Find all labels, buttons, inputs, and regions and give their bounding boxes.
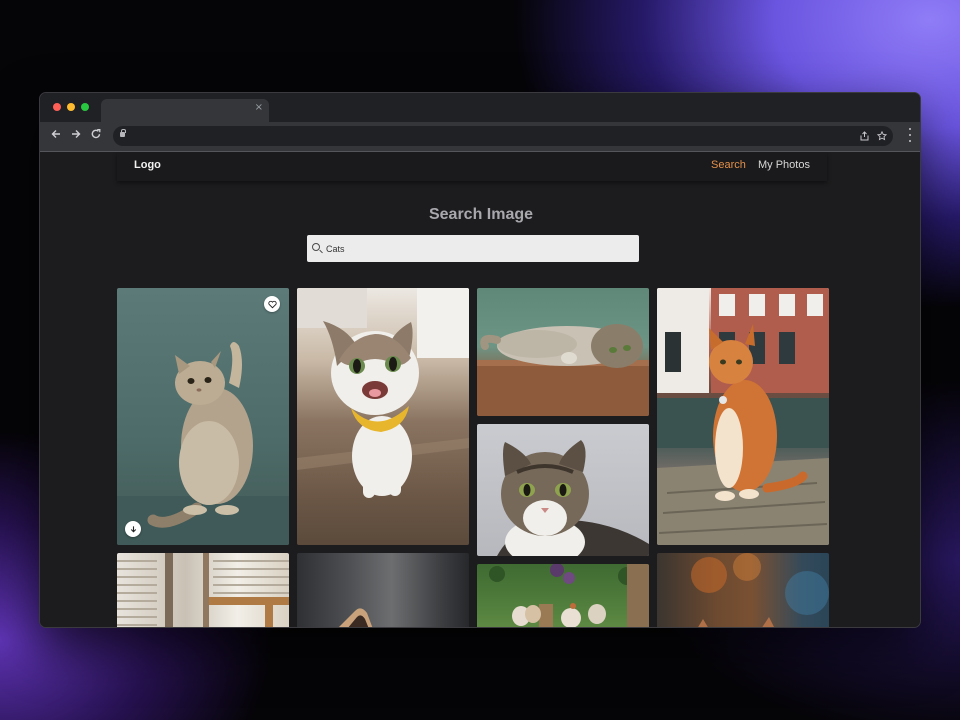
photo-image	[497, 440, 649, 556]
kebab-menu-icon[interactable]	[909, 128, 912, 142]
back-arrow-icon[interactable]	[47, 127, 65, 145]
browser-titlebar: ×	[40, 93, 920, 122]
reload-icon[interactable]	[87, 127, 105, 145]
maximize-window-button[interactable]	[81, 103, 89, 111]
nav-link-my-photos[interactable]: My Photos	[758, 159, 810, 171]
search-input[interactable]	[326, 241, 626, 256]
share-icon[interactable]	[860, 128, 869, 147]
heart-icon[interactable]	[264, 296, 280, 312]
photo-image	[297, 288, 469, 498]
photo-card[interactable]	[117, 288, 289, 545]
photo-image	[117, 342, 289, 545]
search-field[interactable]	[307, 235, 639, 262]
photo-card[interactable]	[477, 288, 649, 416]
bookmark-star-icon[interactable]	[876, 128, 888, 147]
browser-window: × Logo Search My Photos Search Image Cat…	[39, 92, 921, 628]
download-icon[interactable]	[125, 521, 141, 537]
address-bar[interactable]	[113, 126, 893, 146]
page-viewport: Logo Search My Photos Search Image	[40, 152, 920, 627]
photo-image	[691, 553, 829, 627]
forward-arrow-icon[interactable]	[67, 127, 85, 145]
photo-image	[339, 608, 373, 627]
photo-card[interactable]	[297, 288, 469, 545]
window-controls	[53, 103, 89, 111]
site-navbar: Logo Search My Photos	[117, 152, 827, 181]
search-icon	[312, 243, 320, 251]
site-logo[interactable]: Logo	[134, 159, 161, 171]
photo-image	[489, 564, 649, 627]
photo-card[interactable]	[477, 424, 649, 556]
photo-image	[657, 288, 829, 545]
photo-card[interactable]	[117, 553, 289, 627]
photo-card[interactable]	[297, 553, 469, 627]
photo-card[interactable]	[477, 564, 649, 627]
photo-card[interactable]	[657, 553, 829, 627]
photo-image	[477, 324, 649, 416]
lock-icon	[120, 129, 126, 137]
photo-card[interactable]	[657, 288, 829, 545]
minimize-window-button[interactable]	[67, 103, 75, 111]
browser-toolbar	[40, 122, 920, 152]
tab-close-icon[interactable]: ×	[255, 102, 263, 113]
nav-link-search[interactable]: Search	[711, 159, 746, 171]
photo-image	[117, 553, 289, 627]
page-title: Search Image	[428, 206, 534, 223]
browser-tab[interactable]: ×	[101, 99, 269, 122]
close-window-button[interactable]	[53, 103, 61, 111]
